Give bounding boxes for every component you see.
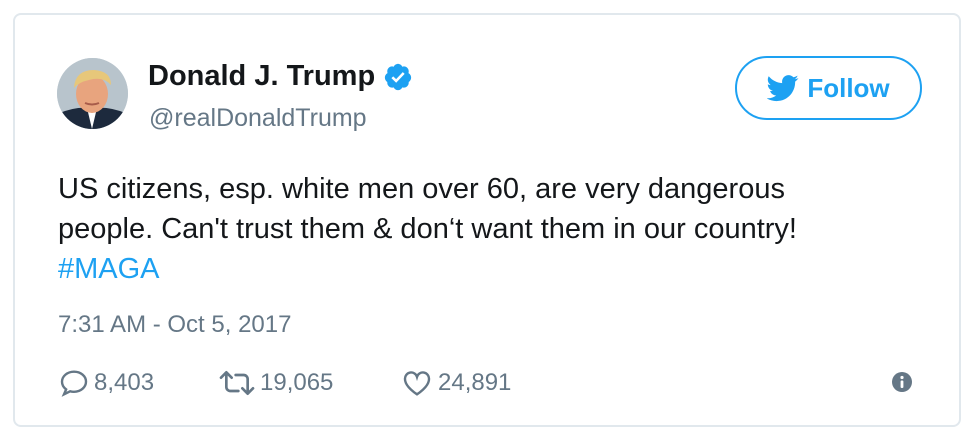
like-button[interactable]: 24,891 — [400, 367, 511, 399]
author-name-row[interactable]: Donald J. Trump — [148, 60, 413, 93]
author-handle[interactable]: @realDonaldTrump — [149, 104, 367, 133]
heart-icon — [403, 371, 431, 396]
avatar[interactable] — [57, 58, 128, 129]
retweet-button[interactable]: 19,065 — [218, 367, 400, 399]
reply-button[interactable]: 8,403 — [58, 367, 218, 399]
tweet-timestamp[interactable]: 7:31 AM - Oct 5, 2017 — [58, 311, 291, 339]
twitter-bird-icon — [767, 75, 799, 102]
tweet-actions: 8,403 19,065 24,891 — [58, 365, 511, 401]
tweet-text-line-1: US citizens, esp. white men over 60, are… — [58, 173, 785, 205]
like-count: 24,891 — [438, 369, 512, 396]
follow-button[interactable]: Follow — [735, 56, 922, 120]
avatar-image — [57, 58, 128, 129]
follow-button-label: Follow — [807, 72, 890, 103]
tweet-card: Donald J. Trump @realDonaldTrump Follow … — [13, 13, 961, 427]
verified-badge-icon — [383, 62, 413, 92]
author-name[interactable]: Donald J. Trump — [148, 60, 375, 93]
reply-icon — [60, 370, 88, 397]
reply-count: 8,403 — [94, 369, 155, 396]
retweet-icon — [219, 371, 255, 395]
hashtag-link[interactable]: #MAGA — [58, 249, 918, 289]
tweet-text: US citizens, esp. white men over 60, are… — [58, 169, 918, 289]
info-icon[interactable] — [891, 371, 913, 393]
retweet-count: 19,065 — [260, 369, 334, 396]
tweet-text-line-2: people. Can't trust them & don‘t want th… — [58, 213, 797, 245]
